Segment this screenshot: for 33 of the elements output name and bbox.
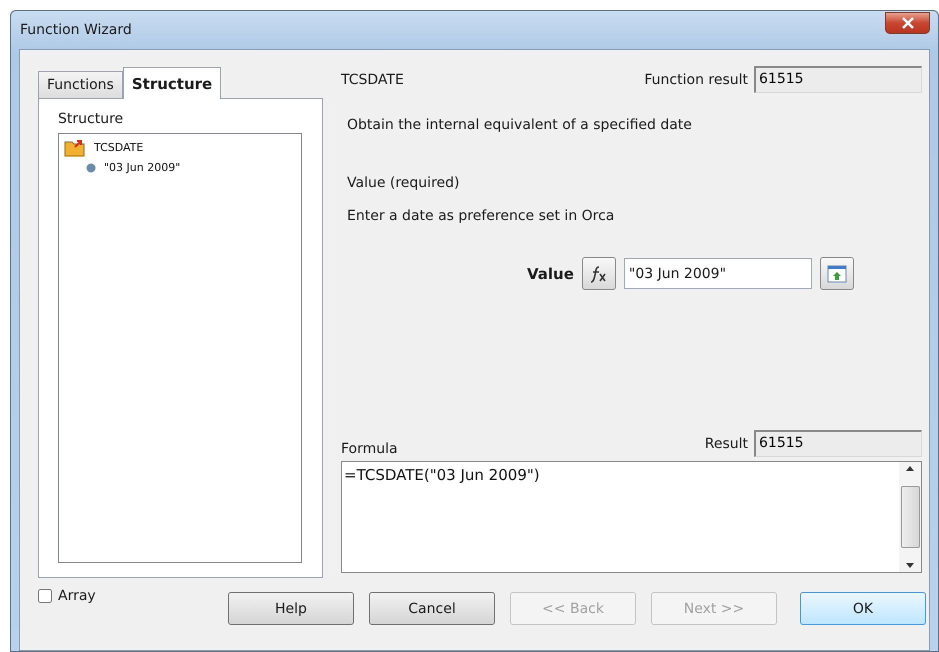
result-label: Function result (644, 72, 748, 88)
tree-item[interactable]: TCSDATE (94, 141, 144, 154)
shrink-icon (826, 264, 847, 282)
result-label: Result (704, 436, 748, 452)
tab[interactable]: Structure (122, 67, 222, 99)
dialog-button[interactable]: Cancel (369, 592, 495, 625)
function-button[interactable] (582, 257, 616, 290)
argument-hint: Enter a date as preference set in Orca (347, 208, 616, 224)
result-field: 61515 (754, 430, 922, 457)
formula-field[interactable]: =TCSDATE("03 Jun 2009") (341, 461, 922, 573)
tab[interactable]: Functions (38, 71, 123, 98)
dialog-button[interactable]: Help (228, 592, 354, 625)
dialog-button[interactable]: OK (800, 592, 926, 625)
scroll-down-icon[interactable] (906, 563, 914, 568)
select-button[interactable] (820, 257, 854, 290)
array-checkbox[interactable] (38, 589, 52, 603)
structure-label: Structure (58, 111, 124, 127)
scrollbar[interactable] (899, 462, 921, 572)
folder-icon (64, 138, 86, 157)
formula-label: Formula (341, 441, 398, 457)
scroll-up-icon[interactable] (906, 466, 914, 471)
function-name: TCSDATE (341, 72, 404, 88)
tree-item[interactable]: "03 Jun 2009" (104, 161, 180, 174)
function-description: Obtain the internal equivalent of a specified date (347, 117, 693, 133)
value-label: Value (527, 264, 574, 282)
window-title: Function Wizard (20, 22, 132, 38)
close-button[interactable] (885, 12, 930, 34)
array-label: Array (58, 588, 96, 604)
result-field: 61515 (754, 66, 922, 93)
close-icon (900, 17, 914, 29)
value-field[interactable]: "03 Jun 2009" (624, 258, 812, 289)
argument-title: Value (required) (347, 175, 460, 191)
circle-icon (86, 162, 96, 172)
